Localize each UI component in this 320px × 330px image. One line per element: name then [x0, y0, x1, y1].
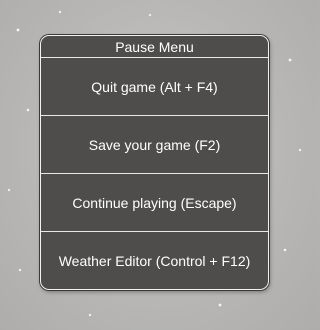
quit-game-button[interactable]: Quit game (Alt + F4) — [41, 58, 268, 116]
pause-menu-title: Pause Menu — [41, 36, 268, 58]
weather-editor-button[interactable]: Weather Editor (Control + F12) — [41, 232, 268, 289]
save-game-button[interactable]: Save your game (F2) — [41, 116, 268, 174]
pause-menu-panel: Pause Menu Quit game (Alt + F4) Save you… — [40, 35, 269, 290]
continue-playing-button[interactable]: Continue playing (Escape) — [41, 174, 268, 232]
